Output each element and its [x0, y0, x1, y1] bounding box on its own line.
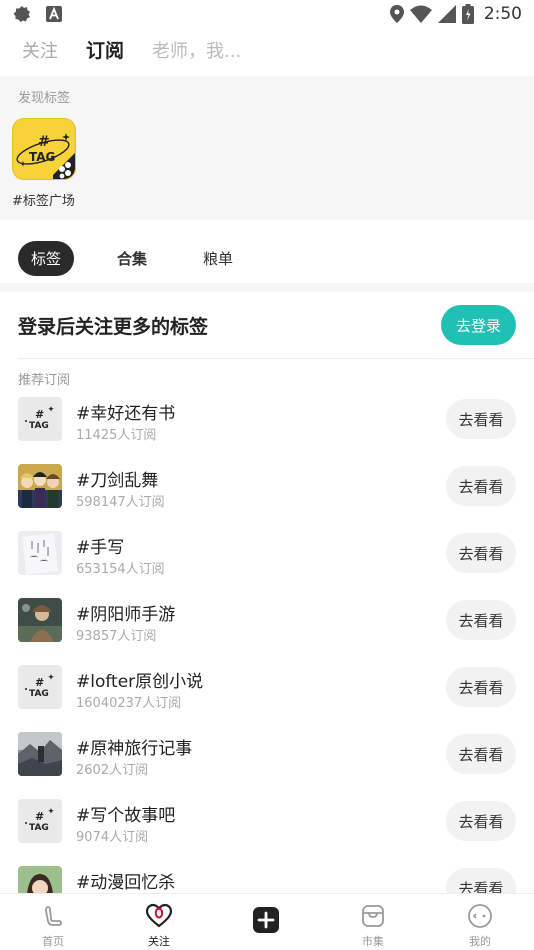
item-title: #写个故事吧: [76, 806, 176, 826]
tag-thumbnail-icon: # TAG: [18, 799, 62, 843]
view-button[interactable]: 去看看: [446, 734, 516, 774]
item-title: #动漫回忆杀: [76, 873, 176, 893]
item-subscribers: 16040237人订阅: [76, 696, 182, 711]
login-prompt: 登录后关注更多的标签: [18, 315, 209, 338]
nav-following-label: 关注: [148, 935, 170, 948]
anime-group-image: [18, 464, 62, 508]
view-button[interactable]: 去看看: [446, 466, 516, 506]
item-title: #原神旅行记事: [76, 739, 193, 759]
login-banner: 登录后关注更多的标签 去登录: [18, 305, 516, 345]
svg-text:TAG: TAG: [29, 421, 49, 431]
view-button[interactable]: 去看看: [446, 533, 516, 573]
section-separator: [0, 283, 534, 292]
list-item[interactable]: # TAG #写个故事吧 9074人订阅 去看看: [0, 794, 534, 860]
segment-tags[interactable]: 标签: [18, 241, 75, 276]
nav-following[interactable]: 关注: [106, 894, 212, 950]
svg-text:TAG: TAG: [29, 689, 49, 699]
nav-home[interactable]: 首页: [0, 894, 106, 950]
tag-plaza-entry[interactable]: # TAG #标签广场: [12, 118, 78, 209]
item-subscribers: 653154人订阅: [76, 562, 165, 577]
publish-plus-icon: [253, 907, 279, 933]
nav-market[interactable]: 市集: [320, 894, 426, 950]
view-button[interactable]: 去看看: [446, 399, 516, 439]
item-title: #手写: [76, 538, 125, 558]
list-item[interactable]: #原神旅行记事 2602人订阅 去看看: [0, 727, 534, 793]
text-a-notification-icon: [46, 6, 62, 22]
tag-plaza-icon: # TAG: [12, 118, 76, 180]
segment-collections[interactable]: 合集: [104, 241, 160, 276]
svg-text:#: #: [35, 676, 44, 689]
list-item[interactable]: # TAG #幸好还有书 11425人订阅 去看看: [0, 392, 534, 458]
profile-icon: [468, 904, 492, 928]
item-title: #阴阳师手游: [76, 605, 176, 625]
tag-thumbnail-icon: # TAG: [18, 665, 62, 709]
svg-text:TAG: TAG: [29, 150, 55, 164]
game-art-image: [18, 598, 62, 642]
search-hint[interactable]: 老师，我...: [152, 37, 241, 63]
view-button[interactable]: 去看看: [446, 801, 516, 841]
nav-profile[interactable]: 我的: [427, 894, 533, 950]
divider: [18, 358, 534, 359]
segment-tabs: 标签 合集 粮单: [18, 241, 246, 276]
battery-icon: [461, 4, 474, 24]
item-subscribers: 93857人订阅: [76, 629, 157, 644]
wifi-icon: [409, 5, 432, 23]
list-item[interactable]: #阴阳师手游 93857人订阅 去看看: [0, 593, 534, 659]
cell-signal-icon: [437, 5, 456, 23]
nav-market-label: 市集: [362, 935, 384, 948]
handwriting-image: [18, 531, 62, 575]
landscape-image: [18, 732, 62, 776]
heart-icon: [146, 903, 172, 928]
item-title: #幸好还有书: [76, 404, 176, 424]
recommended-title: 推荐订阅: [18, 373, 71, 388]
svg-text:#: #: [35, 408, 44, 421]
item-subscribers: 2602人订阅: [76, 763, 149, 778]
discover-tags-title: 发现标签: [18, 91, 71, 106]
list-item[interactable]: # TAG #lofter原创小说 16040237人订阅 去看看: [0, 660, 534, 726]
item-title: #刀剑乱舞: [76, 471, 159, 491]
nav-home-label: 首页: [42, 935, 64, 948]
status-bar: 2:50: [0, 0, 534, 28]
segment-lists[interactable]: 粮单: [190, 241, 246, 276]
svg-text:TAG: TAG: [29, 823, 49, 833]
item-subscribers: 9074人订阅: [76, 830, 149, 845]
svg-text:#: #: [38, 134, 50, 150]
svg-text:#: #: [35, 810, 44, 823]
tab-following[interactable]: 关注: [22, 37, 58, 63]
nav-publish[interactable]: [213, 894, 319, 950]
nav-profile-label: 我的: [469, 935, 491, 948]
app-notification-icon: [13, 6, 30, 22]
list-item[interactable]: #刀剑乱舞 598147人订阅 去看看: [0, 459, 534, 525]
item-subscribers: 11425人订阅: [76, 428, 157, 443]
top-tabs: 关注 订阅 老师，我...: [22, 36, 241, 63]
location-icon: [389, 5, 404, 23]
tag-thumbnail-icon: # TAG: [18, 397, 62, 441]
discover-tags-section: 发现标签 # TAG #标签广场: [0, 76, 534, 220]
login-button[interactable]: 去登录: [441, 305, 516, 345]
view-button[interactable]: 去看看: [446, 600, 516, 640]
tag-plaza-label: #标签广场: [12, 194, 75, 209]
clock: 2:50: [483, 4, 522, 24]
item-title: #lofter原创小说: [76, 672, 204, 692]
home-icon: [45, 906, 62, 926]
item-subscribers: 598147人订阅: [76, 495, 165, 510]
view-button[interactable]: 去看看: [446, 667, 516, 707]
bottom-navigation: 首页 关注 市集 我的: [0, 893, 534, 950]
market-icon: [362, 905, 384, 927]
list-item[interactable]: #手写 653154人订阅 去看看: [0, 526, 534, 592]
tab-subscriptions[interactable]: 订阅: [86, 36, 124, 63]
